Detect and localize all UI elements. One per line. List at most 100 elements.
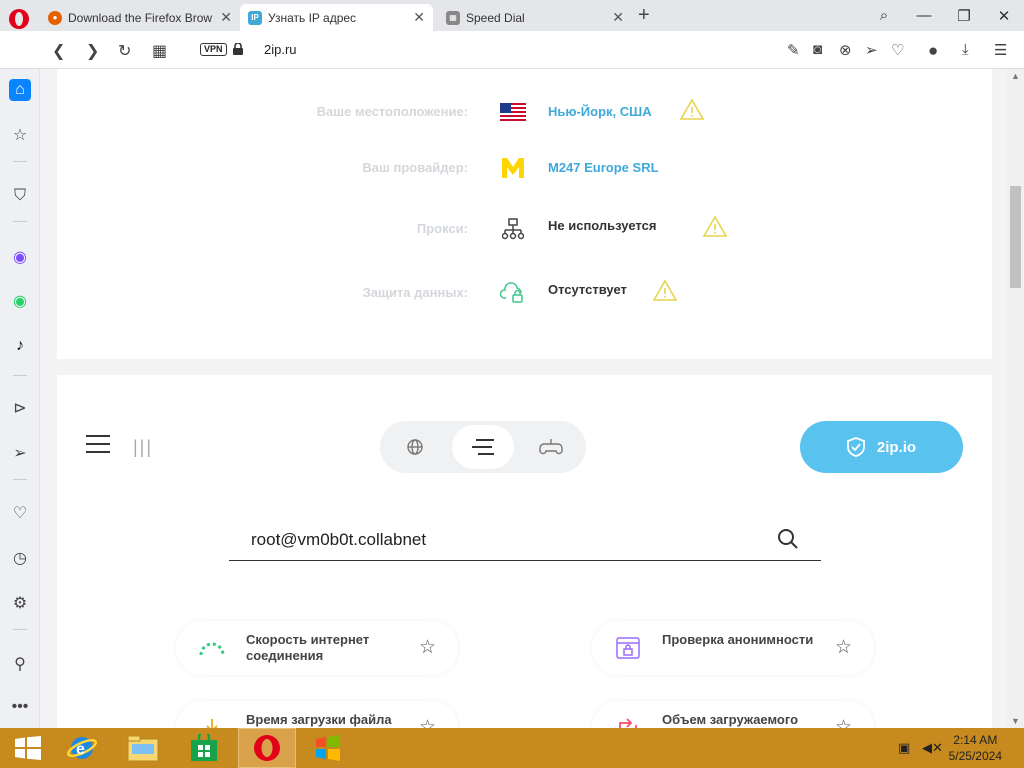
list-mode-button[interactable] <box>452 425 514 469</box>
lock-icon[interactable] <box>233 43 243 55</box>
clock-date: 5/25/2024 <box>948 749 1002 763</box>
heart-icon[interactable]: ♡ <box>9 502 31 524</box>
heart-icon[interactable]: ♡ <box>891 41 904 59</box>
history-clock-icon[interactable]: ◷ <box>9 547 31 569</box>
edit-icon[interactable]: ✎ <box>787 41 800 59</box>
start-button[interactable] <box>0 728 56 768</box>
search-bar <box>229 521 821 561</box>
opera-logo-icon[interactable] <box>8 8 30 30</box>
service-label: Время загрузки файла <box>246 712 392 727</box>
firefox-icon: ● <box>48 10 62 25</box>
hamburger-menu-icon[interactable] <box>86 435 110 453</box>
back-button[interactable]: ❮ <box>52 41 65 61</box>
tiktok-icon[interactable]: ♪ <box>9 335 31 357</box>
volume-muted-tray-icon[interactable]: ◀✕ <box>922 740 943 756</box>
close-tab-icon[interactable]: ✕ <box>612 9 624 26</box>
tab-title: Download the Firefox Brow <box>68 10 213 25</box>
service-download-time[interactable]: Время загрузки файла ☆ <box>176 701 458 728</box>
globe-icon <box>407 439 423 455</box>
address-bar: ❮ ❯ ↻ ▦ VPN 2ip.ru ✎ ◙ ⊗ ➢ ♡ ● ⤓ ☰ <box>0 31 1024 69</box>
settings-gear-icon[interactable]: ⚙ <box>9 592 31 614</box>
sidebar-divider <box>13 479 27 480</box>
windows-media-taskbar-icon[interactable] <box>300 728 356 768</box>
info-label: Защита данных: <box>362 285 468 300</box>
close-tab-icon[interactable]: ✕ <box>413 9 425 26</box>
globe-mode-button[interactable] <box>384 425 446 469</box>
clock-time: 2:14 AM <box>953 733 998 747</box>
messenger-icon[interactable]: ◉ <box>9 246 31 268</box>
bookmarks-star-icon[interactable]: ☆ <box>9 124 31 146</box>
favorite-star-icon[interactable]: ☆ <box>419 716 436 728</box>
scroll-down-arrow-icon[interactable]: ▼ <box>1011 716 1020 726</box>
send-icon[interactable]: ➢ <box>9 442 31 464</box>
info-row-provider: Ваш провайдер: M247 Europe SRL <box>57 153 992 183</box>
network-tray-icon[interactable]: ▣ <box>898 740 910 756</box>
tab-ip-address[interactable]: IP Узнать IP адрес ✕ <box>240 4 433 31</box>
info-label: Ваш провайдер: <box>362 160 468 175</box>
tab-firefox-download[interactable]: ● Download the Firefox Brow ✕ <box>40 4 240 31</box>
ip-info-card: Ваше местоположение: Нью-Йорк, США Ваш п… <box>57 69 992 359</box>
service-upload-volume[interactable]: Объем загружаемого ☆ <box>592 701 874 728</box>
forward-button[interactable]: ❯ <box>86 41 99 61</box>
download-icon[interactable]: ⤓ <box>962 41 969 58</box>
more-options-icon[interactable]: ••• <box>9 696 31 718</box>
location-value[interactable]: Нью-Йорк, США <box>548 104 652 119</box>
tips-lightbulb-icon[interactable]: ⚲ <box>9 653 31 675</box>
provider-value[interactable]: M247 Europe SRL <box>548 160 659 175</box>
us-flag-icon <box>499 99 527 125</box>
reload-button[interactable]: ↻ <box>118 41 131 61</box>
new-tab-button[interactable]: + <box>638 4 650 27</box>
favorite-star-icon[interactable]: ☆ <box>419 636 436 659</box>
speedometer-icon <box>198 634 226 662</box>
send-icon[interactable]: ➢ <box>865 41 878 59</box>
search-icon[interactable] <box>777 528 799 550</box>
warning-icon[interactable] <box>653 279 677 303</box>
windows-taskbar: e ▣ ◀✕ 2:14 AM 5/25/2024 <box>0 728 1024 768</box>
clock[interactable]: 2:14 AM 5/25/2024 <box>949 732 1002 764</box>
profile-icon[interactable]: ● <box>928 41 938 61</box>
url-field[interactable]: 2ip.ru <box>264 42 297 57</box>
search-input[interactable] <box>251 527 771 553</box>
close-tab-icon[interactable]: ✕ <box>220 9 232 26</box>
internet-explorer-taskbar-icon[interactable]: e <box>54 728 110 768</box>
restore-button[interactable]: ❐ <box>944 0 984 31</box>
page-scrollbar[interactable]: ▲ ▼ <box>1007 69 1024 728</box>
scroll-up-arrow-icon[interactable]: ▲ <box>1011 71 1020 81</box>
opera-taskbar-icon[interactable] <box>238 728 296 768</box>
camera-icon[interactable]: ◙ <box>813 41 822 58</box>
close-window-button[interactable]: ✕ <box>984 0 1024 31</box>
tab-title: Узнать IP адрес <box>268 10 357 25</box>
window-controls: ⌕ — ❐ ✕ <box>864 0 1024 31</box>
data-protection-value: Отсутствует <box>548 282 627 297</box>
tabs-grid-icon[interactable]: ▦ <box>152 41 167 61</box>
game-mode-button[interactable] <box>520 425 582 469</box>
warning-icon[interactable] <box>703 215 727 239</box>
2ip-io-button[interactable]: 2ip.io <box>800 421 963 473</box>
minimize-button[interactable]: — <box>904 0 944 31</box>
shield-icon <box>847 437 865 457</box>
favorite-star-icon[interactable]: ☆ <box>835 636 852 659</box>
service-anonymity-check[interactable]: Проверка анонимности ☆ <box>592 621 874 675</box>
list-icon <box>472 439 494 455</box>
easy-setup-icon[interactable]: ☰ <box>994 41 1007 59</box>
favorite-star-icon[interactable]: ☆ <box>835 716 852 728</box>
service-label: Проверка анонимности <box>662 632 814 647</box>
block-icon[interactable]: ⊗ <box>839 41 852 59</box>
player-icon[interactable]: ⊳ <box>9 397 31 419</box>
store-taskbar-icon[interactable] <box>176 728 232 768</box>
shopping-bag-icon[interactable]: ⛉ <box>9 185 31 207</box>
windows-logo-icon <box>15 736 41 760</box>
sidebar-divider <box>13 221 27 222</box>
whatsapp-icon[interactable]: ◉ <box>9 290 31 312</box>
mode-switcher <box>380 421 586 473</box>
vpn-badge[interactable]: VPN <box>200 43 227 56</box>
service-speed-test[interactable]: Скорость интернет соединения ☆ <box>176 621 458 675</box>
file-explorer-taskbar-icon[interactable] <box>115 728 171 768</box>
search-tabs-icon[interactable]: ⌕ <box>864 0 904 31</box>
home-icon[interactable]: ⌂ <box>9 79 31 101</box>
warning-icon[interactable] <box>680 98 704 122</box>
scrollbar-thumb[interactable] <box>1010 186 1021 288</box>
tab-speed-dial[interactable]: ▦ Speed Dial ✕ <box>438 4 632 31</box>
provider-logo-icon <box>499 155 527 181</box>
upload-volume-icon <box>614 714 642 728</box>
